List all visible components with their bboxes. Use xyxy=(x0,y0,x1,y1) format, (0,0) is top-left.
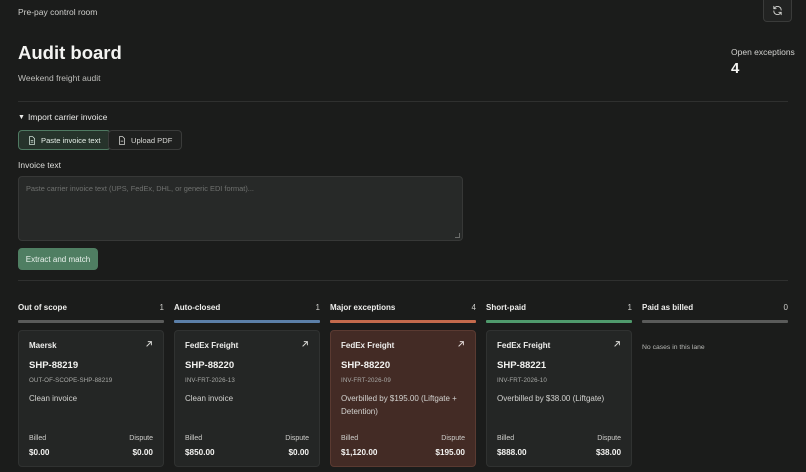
billed-label: Billed xyxy=(185,435,203,442)
billed-label: Billed xyxy=(29,435,47,442)
shipment-id: SHP-88219 xyxy=(29,360,79,371)
lane-count: 4 xyxy=(471,303,476,312)
lane-count: 1 xyxy=(159,303,164,312)
dispute-amount: $195.00 xyxy=(435,448,465,457)
invoice-text-input[interactable]: Paste carrier invoice text (UPS, FedEx, … xyxy=(18,176,463,241)
file-icon xyxy=(119,135,125,145)
open-exceptions-label: Open exceptions xyxy=(731,47,795,57)
tab-label: Upload PDF xyxy=(131,135,173,145)
billed-amount: $1,120.00 xyxy=(341,448,378,457)
case-summary: Overbilled by $38.00 (Liftgate) xyxy=(497,394,605,403)
invoice-id: OUT-OF-SCOPE-SHP-88219 xyxy=(29,377,113,384)
shipment-id: SHP-88220 xyxy=(341,360,391,371)
carrier-name: FedEx Freight xyxy=(185,341,239,350)
divider xyxy=(18,101,788,102)
dispute-label: Dispute xyxy=(129,435,153,442)
caret-down-icon: ▼ xyxy=(18,113,25,121)
tab-label: Paste invoice text xyxy=(41,135,101,145)
case-summary: Clean invoice xyxy=(185,394,234,403)
refresh-icon xyxy=(773,5,782,16)
case-summary: Overbilled by $195.00 (Liftgate + Detent… xyxy=(341,394,457,416)
carrier-name: FedEx Freight xyxy=(341,341,395,350)
empty-lane-message: No cases in this lane xyxy=(642,344,705,351)
invoice-text-placeholder: Paste carrier invoice text (UPS, FedEx, … xyxy=(26,184,254,193)
billed-amount: $888.00 xyxy=(497,448,527,457)
lane-paid-as-billed: Paid as billed 0 xyxy=(642,302,788,324)
case-card[interactable]: FedEx Freight SHP-88220 INV-FRT-2026-13 … xyxy=(174,330,320,467)
lane-bar xyxy=(18,320,164,323)
billed-label: Billed xyxy=(497,435,515,442)
dispute-label: Dispute xyxy=(441,435,465,442)
divider xyxy=(18,280,788,281)
case-card[interactable]: FedEx Freight SHP-88220 INV-FRT-2026-09 … xyxy=(330,330,476,467)
lane-auto-closed: Auto-closed 1 xyxy=(174,302,320,324)
lane-short-paid: Short-paid 1 xyxy=(486,302,632,324)
topbar-title: Pre-pay control room xyxy=(18,7,98,17)
dispute-amount: $38.00 xyxy=(595,448,621,457)
shipment-id: SHP-88221 xyxy=(497,360,547,371)
lane-count: 1 xyxy=(315,303,320,312)
lane-bar xyxy=(330,320,476,323)
lane-title: Short-paid xyxy=(486,303,526,312)
external-link-icon[interactable] xyxy=(613,340,621,348)
billed-amount: $850.00 xyxy=(185,448,215,457)
invoice-id: INV-FRT-2026-09 xyxy=(341,377,391,384)
carrier-name: FedEx Freight xyxy=(497,341,551,350)
billed-label: Billed xyxy=(341,435,359,442)
lane-title: Auto-closed xyxy=(174,303,221,312)
external-link-icon[interactable] xyxy=(145,340,153,348)
import-invoice-toggle[interactable]: ▼ Import carrier invoice xyxy=(18,112,107,122)
tab-paste-invoice-text[interactable]: Paste invoice text xyxy=(18,130,111,150)
extract-and-match-button[interactable]: Extract and match xyxy=(18,248,98,270)
lane-out-of-scope: Out of scope 1 xyxy=(18,302,164,324)
billed-amount: $0.00 xyxy=(29,448,50,457)
lane-bar xyxy=(486,320,632,323)
lane-major-exceptions: Major exceptions 4 xyxy=(330,302,476,324)
dispute-amount: $0.00 xyxy=(132,448,154,457)
invoice-id: INV-FRT-2026-13 xyxy=(185,377,235,384)
refresh-button[interactable] xyxy=(763,0,792,22)
lane-bar xyxy=(642,320,788,323)
dispute-label: Dispute xyxy=(285,435,309,442)
invoice-text-label: Invoice text xyxy=(18,160,61,170)
resize-handle[interactable] xyxy=(455,233,460,238)
page-subtitle: Weekend freight audit xyxy=(18,73,101,83)
lane-count: 0 xyxy=(783,303,788,312)
lane-title: Major exceptions xyxy=(330,303,396,312)
lane-title: Out of scope xyxy=(18,303,67,312)
external-link-icon[interactable] xyxy=(301,340,309,348)
file-text-icon xyxy=(29,135,35,145)
carrier-name: Maersk xyxy=(29,341,57,350)
invoice-id: INV-FRT-2026-10 xyxy=(497,377,547,384)
dispute-label: Dispute xyxy=(597,435,621,442)
lane-title: Paid as billed xyxy=(642,303,694,312)
case-card[interactable]: FedEx Freight SHP-88221 INV-FRT-2026-10 … xyxy=(486,330,632,467)
import-toggle-label: Import carrier invoice xyxy=(27,112,108,122)
external-link-icon[interactable] xyxy=(457,340,465,348)
dispute-amount: $0.00 xyxy=(288,448,310,457)
open-exceptions-count: 4 xyxy=(731,60,740,77)
lane-bar xyxy=(174,320,320,323)
case-card[interactable]: Maersk SHP-88219 OUT-OF-SCOPE-SHP-88219 … xyxy=(18,330,164,467)
tab-upload-pdf[interactable]: Upload PDF xyxy=(108,130,183,150)
shipment-id: SHP-88220 xyxy=(185,360,235,371)
page-title: Audit board xyxy=(18,42,122,63)
case-summary: Clean invoice xyxy=(29,394,78,403)
lane-count: 1 xyxy=(627,303,632,312)
